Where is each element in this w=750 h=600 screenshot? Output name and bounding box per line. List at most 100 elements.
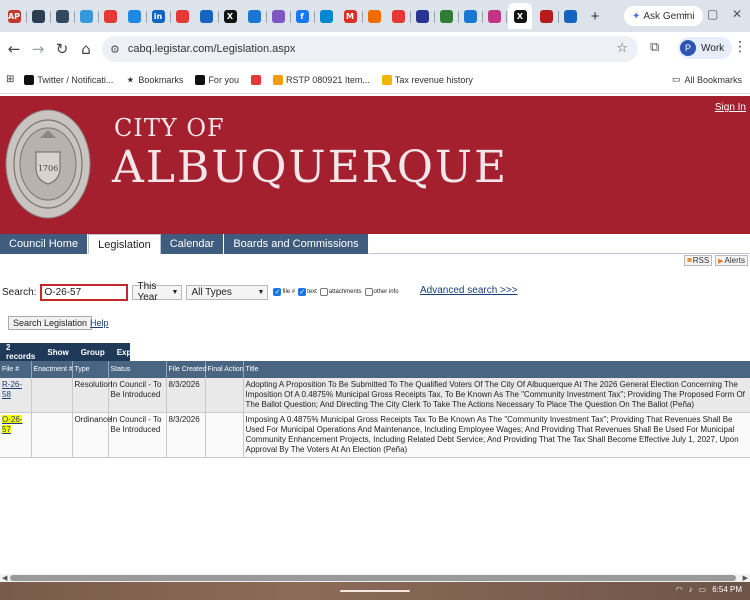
profile-button[interactable]: P Work — [678, 37, 733, 59]
city-seal-icon: 1706 — [5, 109, 91, 219]
browser-tab[interactable]: in — [148, 3, 171, 29]
browser-tab[interactable] — [484, 3, 507, 29]
maximize-icon[interactable]: ▢ — [707, 7, 718, 21]
bookmark-item[interactable]: RSTP 080921 Item... — [272, 74, 370, 85]
home-icon[interactable]: ⌂ — [74, 37, 98, 61]
system-tray[interactable]: ◠ ♪ ▭ 6:54 PM — [676, 585, 742, 594]
browser-tab[interactable]: X — [508, 3, 532, 29]
nav-tab-calendar[interactable]: Calendar — [160, 234, 225, 254]
apps-grid-icon[interactable]: ⊞ — [6, 74, 14, 85]
table-row[interactable]: O-26-57 Ordinance In Council - To Be Intro… — [0, 412, 750, 458]
checkbox-checked-icon[interactable]: ✓ — [298, 288, 307, 296]
search-input[interactable] — [40, 283, 129, 301]
home-handle[interactable] — [340, 590, 410, 592]
column-header[interactable]: File # — [0, 361, 32, 378]
minimize-icon[interactable]: – — [682, 7, 688, 21]
grid-toolbar: 2 records Show Group Export — [0, 343, 142, 361]
site-info-icon[interactable]: ⚙ — [110, 43, 120, 56]
back-icon[interactable]: ← — [2, 37, 26, 61]
bookmark-item[interactable]: Twitter / Notificati... — [24, 74, 113, 85]
horizontal-scrollbar[interactable]: ◀ ▶ — [0, 574, 750, 582]
export-button[interactable]: Export — [111, 348, 148, 357]
help-link[interactable]: Help — [90, 318, 109, 328]
browser-tab[interactable] — [28, 3, 51, 29]
checkbox-icon[interactable] — [319, 288, 328, 296]
nav-tab-council-home[interactable]: Council Home — [0, 234, 89, 254]
column-header[interactable]: Title — [243, 361, 750, 378]
browser-tab[interactable] — [388, 3, 411, 29]
menu-kebab-icon[interactable]: ⋮ — [733, 39, 747, 55]
bookmark-star-icon[interactable]: ☆ — [616, 41, 628, 56]
x-icon: X — [513, 9, 527, 23]
nav-tab-legislation[interactable]: Legislation — [88, 234, 161, 254]
browser-tab[interactable] — [412, 3, 435, 29]
browser-tab[interactable] — [364, 3, 384, 29]
browser-tab[interactable] — [244, 3, 267, 29]
bookmark-item[interactable]: For you — [195, 74, 239, 85]
new-tab-icon[interactable]: + — [586, 7, 604, 25]
search-label: Search: — [2, 286, 37, 298]
extensions-icon[interactable]: ⧉ — [650, 40, 659, 55]
tab-icon — [539, 9, 553, 23]
alerts-button[interactable]: ▶ Alerts — [715, 255, 748, 266]
type-select[interactable]: All Types ▼ — [186, 284, 269, 300]
checkbox-icon[interactable] — [364, 288, 373, 296]
checkbox-checked-icon[interactable]: ✓ — [273, 288, 282, 296]
ask-gemini-button[interactable]: ✦ Ask Gemini — [624, 6, 703, 26]
rss-button[interactable]: ◙ RSS — [684, 255, 713, 266]
all-bookmarks-button[interactable]: ▭ All Bookmarks — [672, 74, 742, 85]
cell-file-created: 8/3/2026 — [166, 378, 206, 413]
column-header[interactable]: File Created — [166, 361, 207, 378]
browser-tab[interactable] — [460, 3, 483, 29]
browser-tab[interactable] — [100, 3, 120, 29]
search-legislation-button[interactable]: Search Legislation — [8, 316, 93, 330]
column-header[interactable]: Type — [72, 361, 109, 378]
show-button[interactable]: Show — [41, 348, 74, 357]
search-option-attachments[interactable]: attachments — [319, 288, 362, 296]
chevron-down-icon: ▼ — [257, 288, 265, 296]
bookmark-item[interactable]: Tax revenue history — [381, 74, 473, 85]
file-number-link[interactable]: R-26-58 — [2, 380, 22, 399]
address-bar[interactable]: ⚙ cabq.legistar.com/Legislation.aspx ☆ — [102, 36, 638, 62]
scrollbar-thumb[interactable] — [10, 575, 736, 581]
reload-icon[interactable]: ↻ — [50, 37, 74, 61]
search-option-other-info[interactable]: other info — [364, 288, 399, 296]
browser-tab[interactable] — [316, 3, 336, 29]
star-icon: ★ — [127, 76, 134, 84]
column-header[interactable]: Final Action — [205, 361, 244, 378]
browser-tab[interactable] — [124, 3, 147, 29]
close-window-icon[interactable]: ✕ — [732, 7, 742, 21]
os-taskbar: ◠ ♪ ▭ 6:54 PM — [0, 582, 750, 600]
nav-tab-boards-and-commissions[interactable]: Boards and Commissions — [224, 234, 369, 254]
group-button[interactable]: Group — [75, 348, 111, 357]
bookmark-item[interactable]: ★ Bookmarks — [125, 75, 183, 85]
browser-tab[interactable]: X — [220, 3, 240, 29]
chart-icon — [381, 74, 392, 85]
browser-tab[interactable]: AP — [4, 3, 27, 29]
sign-in-link[interactable]: Sign In — [715, 102, 746, 113]
forward-icon[interactable]: → — [26, 37, 50, 61]
search-option-label: other info — [373, 289, 399, 295]
browser-tab[interactable] — [52, 3, 75, 29]
search-option-file-[interactable]: ✓ file # — [273, 288, 295, 296]
search-option-text[interactable]: ✓ text — [298, 288, 317, 296]
browser-tab[interactable] — [268, 3, 291, 29]
browser-tab[interactable] — [536, 3, 559, 29]
browser-tab[interactable] — [560, 3, 580, 29]
cell-final-action — [205, 412, 244, 458]
bookmark-item[interactable] — [250, 74, 261, 85]
browser-tab[interactable]: f — [292, 3, 315, 29]
browser-tab[interactable] — [196, 3, 219, 29]
browser-tab[interactable]: M — [340, 3, 363, 29]
column-header[interactable]: Enactment # — [31, 361, 73, 378]
scroll-left-icon[interactable]: ◀ — [2, 574, 7, 582]
advanced-search-link[interactable]: Advanced search >>> — [420, 285, 518, 296]
browser-tab[interactable] — [76, 3, 99, 29]
scroll-right-icon[interactable]: ▶ — [743, 574, 748, 582]
browser-tab[interactable] — [436, 3, 459, 29]
year-select[interactable]: This Year ▼ — [132, 281, 183, 303]
file-number-link[interactable]: O-26-57 — [2, 415, 23, 434]
column-header[interactable]: Status — [108, 361, 167, 378]
browser-tab[interactable] — [172, 3, 192, 29]
table-row[interactable]: R-26-58 Resolution In Council - To Be Intr… — [0, 378, 750, 413]
